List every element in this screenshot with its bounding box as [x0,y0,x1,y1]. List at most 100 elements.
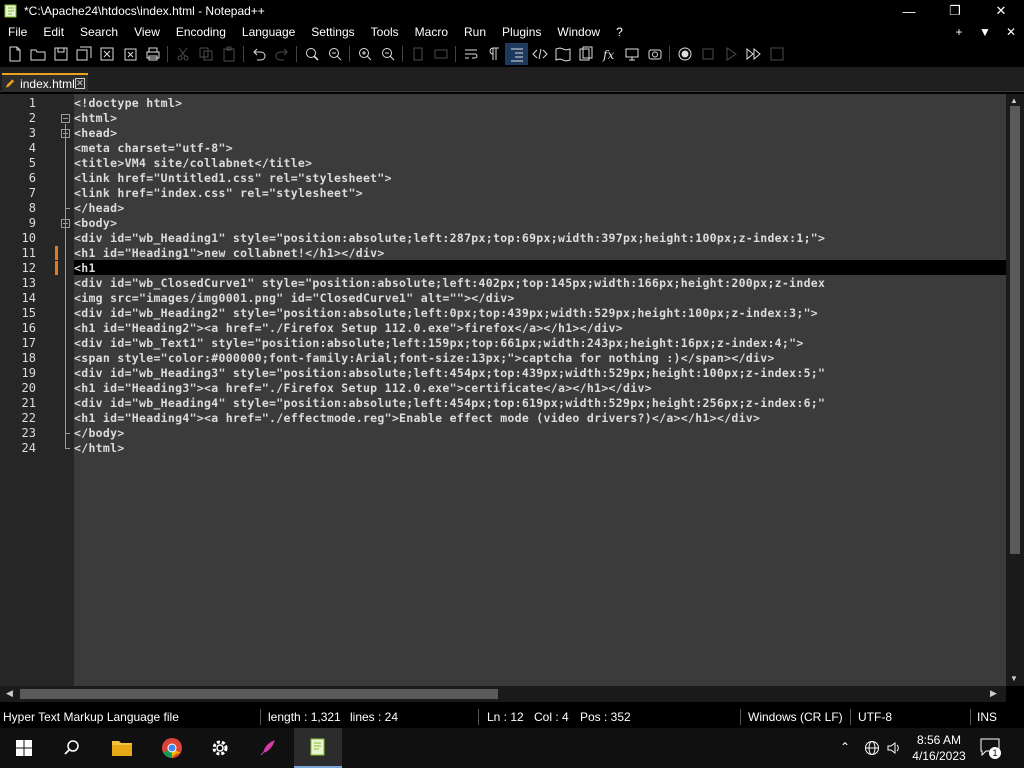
menu-run[interactable]: Run [456,25,494,39]
menu-language[interactable]: Language [234,25,303,39]
zoom-out-button[interactable] [376,43,399,65]
code-line[interactable]: <div id="wb_Heading1" style="position:ab… [74,231,825,245]
notification-center-button[interactable]: 1 [980,738,1002,759]
code-line[interactable]: <img src="images/img0001.png" id="Closed… [74,291,515,305]
code-line[interactable]: <body> [74,216,117,230]
code-line[interactable]: </head> [74,201,125,215]
horizontal-scroll-thumb[interactable] [20,689,498,699]
menu-help[interactable]: ? [608,25,631,39]
sync-vertical-button[interactable] [406,43,429,65]
scroll-left-icon[interactable]: ◀ [6,688,13,699]
status-insert-mode[interactable]: INS [977,710,997,724]
code-line[interactable]: <link href="index.css" rel="stylesheet"> [74,186,363,200]
horizontal-scrollbar[interactable]: ◀ ▶ [0,686,1006,702]
open-file-button[interactable] [26,43,49,65]
folder-as-workspace-button[interactable] [620,43,643,65]
code-line[interactable]: <h1 id="Heading1">new collabnet!</h1></d… [74,246,385,260]
show-hidden-icons-chevron-icon[interactable]: ⌃ [840,740,850,754]
close-all-button[interactable] [118,43,141,65]
code-line[interactable]: <div id="wb_Heading2" style="position:ab… [74,306,818,320]
tab-list-dropdown-icon[interactable]: ▼ [972,25,998,39]
notepadpp-taskbar-button[interactable] [294,728,342,768]
paste-button[interactable] [217,43,240,65]
vertical-scroll-thumb[interactable] [1010,106,1020,554]
code-line[interactable]: <div id="wb_ClosedCurve1" style="positio… [74,276,825,290]
record-macro-button[interactable] [673,43,696,65]
feather-app-button[interactable] [244,728,292,768]
volume-icon[interactable] [886,740,902,756]
menu-file[interactable]: File [0,25,35,39]
cut-button[interactable] [171,43,194,65]
menu-edit[interactable]: Edit [35,25,72,39]
minimize-button[interactable]: — [886,0,932,22]
restore-button[interactable]: ❐ [932,0,978,22]
run-macro-multiple-button[interactable] [742,43,765,65]
code-line[interactable]: <title>VM4 site/collabnet</title> [74,156,312,170]
close-file-button[interactable] [95,43,118,65]
start-button[interactable] [0,728,48,768]
zoom-in-button[interactable] [353,43,376,65]
save-macro-button[interactable] [765,43,788,65]
code-line[interactable]: <head> [74,126,117,140]
code-line[interactable]: <h1 [74,261,96,275]
function-list-button[interactable]: fx [597,43,620,65]
menu-search[interactable]: Search [72,25,126,39]
scroll-up-icon[interactable]: ▲ [1010,96,1018,105]
print-button[interactable] [141,43,164,65]
copy-button[interactable] [194,43,217,65]
menu-plugins[interactable]: Plugins [494,25,549,39]
new-tab-plus-icon[interactable]: + [946,25,972,39]
show-all-chars-button[interactable] [482,43,505,65]
system-clock[interactable]: 8:56 AM 4/16/2023 [906,732,972,764]
network-globe-icon[interactable] [864,740,880,756]
play-macro-button[interactable] [719,43,742,65]
monitoring-button[interactable] [643,43,666,65]
settings-button[interactable] [196,728,244,768]
taskbar-search-button[interactable] [48,728,96,768]
code-line[interactable]: </body> [74,426,125,440]
menu-macro[interactable]: Macro [407,25,456,39]
indent-guide-button[interactable] [505,43,528,65]
code-line[interactable]: <span style="color:#000000;font-family:A… [74,351,775,365]
replace-button[interactable] [323,43,346,65]
document-map-button[interactable] [551,43,574,65]
menu-view[interactable]: View [126,25,168,39]
fold-toggle-icon[interactable] [61,114,70,123]
scroll-down-icon[interactable]: ▼ [1010,674,1018,683]
file-explorer-button[interactable] [98,728,146,768]
status-encoding[interactable]: UTF-8 [858,710,892,724]
code-line[interactable]: </html> [74,441,125,455]
vertical-scrollbar[interactable]: ▲ ▼ [1006,94,1024,686]
code-line[interactable]: <div id="wb_Heading3" style="position:ab… [74,366,825,380]
close-button[interactable]: ✕ [978,0,1024,22]
code-line[interactable]: <h1 id="Heading4"><a href="./effectmode.… [74,411,760,425]
code-line[interactable]: <h1 id="Heading3"><a href="./Firefox Set… [74,381,652,395]
scroll-right-icon[interactable]: ▶ [990,688,997,699]
code-line[interactable]: <!doctype html> [74,96,182,110]
menu-window[interactable]: Window [549,25,608,39]
stop-macro-button[interactable] [696,43,719,65]
document-list-button[interactable] [574,43,597,65]
xml-tag-button[interactable] [528,43,551,65]
chrome-button[interactable] [148,728,196,768]
menu-tools[interactable]: Tools [363,25,407,39]
save-all-button[interactable] [72,43,95,65]
redo-button[interactable] [270,43,293,65]
code-line[interactable]: <link href="Untitled1.css" rel="styleshe… [74,171,392,185]
new-file-button[interactable] [3,43,26,65]
menu-encoding[interactable]: Encoding [168,25,234,39]
status-eol[interactable]: Windows (CR LF) [748,710,843,724]
save-button[interactable] [49,43,72,65]
menu-settings[interactable]: Settings [303,25,362,39]
code-line[interactable]: <h1 id="Heading2"><a href="./Firefox Set… [74,321,623,335]
find-button[interactable] [300,43,323,65]
code-line[interactable]: <meta charset="utf-8"> [74,141,233,155]
code-line[interactable]: <div id="wb_Heading4" style="position:ab… [74,396,825,410]
tab-index-html[interactable]: index.html ✕ [2,73,88,92]
word-wrap-button[interactable] [459,43,482,65]
code-line[interactable]: <html> [74,111,117,125]
code-editor[interactable]: 1 2 3 4 5 6 7 8 9 10 11 12 13 14 15 16 17 18 19 20 21 22 23 24 … [0,94,1006,686]
code-line[interactable]: <div id="wb_Text1" style="position:absol… [74,336,804,350]
close-document-icon[interactable]: ✕ [998,25,1024,39]
undo-button[interactable] [247,43,270,65]
